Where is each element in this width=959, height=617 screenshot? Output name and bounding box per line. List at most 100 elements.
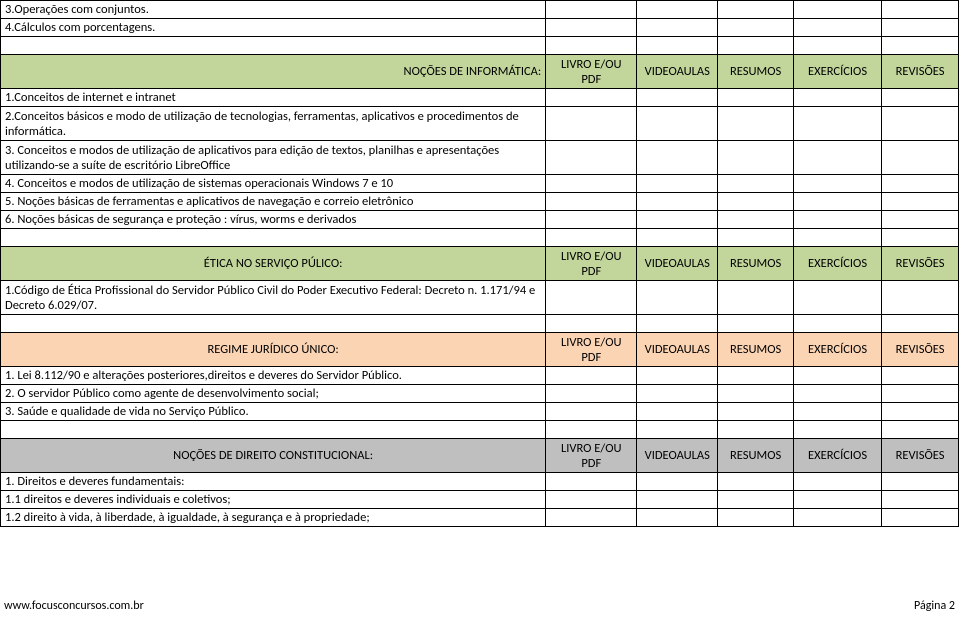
empty-cell <box>882 491 959 509</box>
column-header: EXERCÍCIOS <box>794 439 882 473</box>
footer-page-number: Página 2 <box>914 599 955 613</box>
column-header: VIDEOAULAS <box>637 333 718 367</box>
empty-cell <box>718 367 794 385</box>
empty-cell <box>794 473 882 491</box>
empty-cell <box>794 1 882 19</box>
empty-cell <box>794 315 882 333</box>
topic-cell: 4. Conceitos e modos de utilização de si… <box>1 175 546 193</box>
topic-cell: 5. Noções básicas de ferramentas e aplic… <box>1 193 546 211</box>
empty-cell <box>718 37 794 55</box>
section-header-row: NOÇÕES DE INFORMÁTICA: LIVRO E/OU PDF VI… <box>1 55 959 89</box>
empty-cell <box>718 491 794 509</box>
table-row: 1.2 direito à vida, à liberdade, à igual… <box>1 509 959 527</box>
empty-cell <box>546 229 637 247</box>
column-header: EXERCÍCIOS <box>794 55 882 89</box>
column-header: RESUMOS <box>718 55 794 89</box>
empty-cell <box>882 473 959 491</box>
section-header-row: NOÇÕES DE DIREITO CONSTITUCIONAL: LIVRO … <box>1 439 959 473</box>
table-row: 4.Cálculos com porcentagens. <box>1 19 959 37</box>
empty-cell <box>794 367 882 385</box>
empty-cell <box>718 211 794 229</box>
empty-cell <box>546 37 637 55</box>
empty-cell <box>637 37 718 55</box>
column-header: VIDEOAULAS <box>637 247 718 281</box>
empty-cell <box>637 211 718 229</box>
empty-cell <box>794 141 882 175</box>
empty-cell <box>882 37 959 55</box>
empty-cell <box>882 193 959 211</box>
table-row: 1.Conceitos de internet e intranet <box>1 89 959 107</box>
empty-cell <box>637 281 718 315</box>
empty-cell <box>718 473 794 491</box>
empty-cell <box>882 1 959 19</box>
empty-cell <box>546 421 637 439</box>
empty-cell <box>882 385 959 403</box>
spacer-row <box>1 37 959 55</box>
empty-cell <box>882 229 959 247</box>
table-row: 1. Direitos e deveres fundamentais: <box>1 473 959 491</box>
table-row: 5. Noções básicas de ferramentas e aplic… <box>1 193 959 211</box>
empty-cell <box>546 19 637 37</box>
table-row: 6. Noções básicas de segurança e proteçã… <box>1 211 959 229</box>
empty-cell <box>637 491 718 509</box>
empty-cell <box>1 421 546 439</box>
empty-cell <box>882 421 959 439</box>
empty-cell <box>637 421 718 439</box>
topic-cell: 1. Direitos e deveres fundamentais: <box>1 473 546 491</box>
topic-cell: 1.2 direito à vida, à liberdade, à igual… <box>1 509 546 527</box>
topic-cell: 1.Conceitos de internet e intranet <box>1 89 546 107</box>
column-header: VIDEOAULAS <box>637 55 718 89</box>
empty-cell <box>637 473 718 491</box>
empty-cell <box>882 175 959 193</box>
empty-cell <box>794 385 882 403</box>
topic-cell: 1.Código de Ética Profissional do Servid… <box>1 281 546 315</box>
empty-cell <box>882 367 959 385</box>
column-header: REVISÕES <box>882 55 959 89</box>
topic-cell: 2. O servidor Público como agente de des… <box>1 385 546 403</box>
table-row: 3.Operações com conjuntos. <box>1 1 959 19</box>
empty-cell <box>718 281 794 315</box>
topic-cell: 4.Cálculos com porcentagens. <box>1 19 546 37</box>
empty-cell <box>546 107 637 141</box>
empty-cell <box>637 193 718 211</box>
empty-cell <box>637 315 718 333</box>
section-header-row: REGIME JURÍDICO ÚNICO: LIVRO E/OU PDF VI… <box>1 333 959 367</box>
empty-cell <box>637 229 718 247</box>
empty-cell <box>718 175 794 193</box>
empty-cell <box>718 141 794 175</box>
section-title: REGIME JURÍDICO ÚNICO: <box>1 333 546 367</box>
empty-cell <box>882 141 959 175</box>
empty-cell <box>718 89 794 107</box>
column-header: LIVRO E/OU PDF <box>546 439 637 473</box>
empty-cell <box>718 229 794 247</box>
empty-cell <box>718 107 794 141</box>
empty-cell <box>1 229 546 247</box>
table-row: 4. Conceitos e modos de utilização de si… <box>1 175 959 193</box>
column-header: REVISÕES <box>882 247 959 281</box>
empty-cell <box>546 473 637 491</box>
empty-cell <box>546 403 637 421</box>
empty-cell <box>546 89 637 107</box>
empty-cell <box>882 315 959 333</box>
empty-cell <box>794 89 882 107</box>
table-row: 2.Conceitos básicos e modo de utilização… <box>1 107 959 141</box>
section-title: NOÇÕES DE INFORMÁTICA: <box>1 55 546 89</box>
column-header: EXERCÍCIOS <box>794 333 882 367</box>
empty-cell <box>637 107 718 141</box>
empty-cell <box>882 403 959 421</box>
empty-cell <box>718 315 794 333</box>
section-title: NOÇÕES DE DIREITO CONSTITUCIONAL: <box>1 439 546 473</box>
empty-cell <box>794 19 882 37</box>
empty-cell <box>637 1 718 19</box>
empty-cell <box>882 19 959 37</box>
empty-cell <box>546 509 637 527</box>
topic-cell: 6. Noções básicas de segurança e proteçã… <box>1 211 546 229</box>
column-header: RESUMOS <box>718 247 794 281</box>
empty-cell <box>794 403 882 421</box>
empty-cell <box>546 175 637 193</box>
page-footer: www.focusconcursos.com.br Página 2 <box>4 599 955 613</box>
empty-cell <box>794 509 882 527</box>
section-title: ÉTICA NO SERVIÇO PÚLICO: <box>1 247 546 281</box>
column-header: LIVRO E/OU PDF <box>546 55 637 89</box>
empty-cell <box>637 175 718 193</box>
